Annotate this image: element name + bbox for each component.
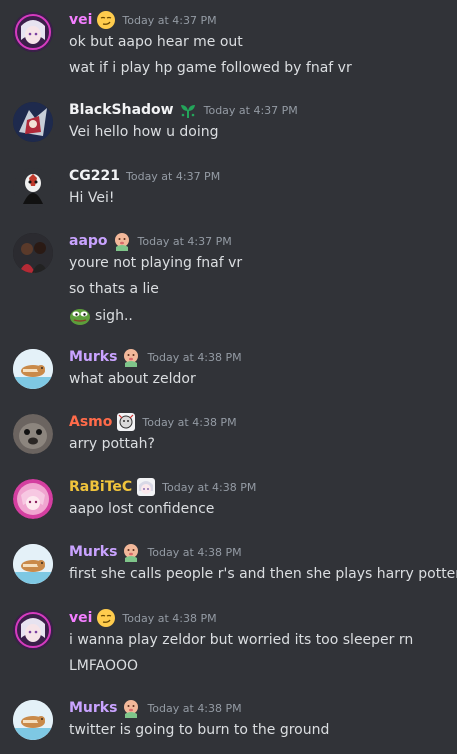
message-text: i wanna play zeldor but worried its too … [69,632,414,648]
message-header: CG221 Today at 4:37 PM [69,166,220,186]
username[interactable]: Murks [69,349,117,365]
message-text: arry pottah? [69,436,155,452]
avatar[interactable] [13,479,53,519]
message-text: youre not playing fnaf vr [69,255,243,271]
baby-emoji-icon [124,700,139,718]
username[interactable]: Murks [69,544,117,560]
username[interactable]: aapo [69,233,108,249]
username[interactable]: RaBiTeC [69,479,132,495]
avatar[interactable] [13,168,53,208]
message-header: BlackShadow Today at 4:37 PM [69,100,298,120]
message-header: Murks Today at 4:38 PM [69,542,242,562]
avatar[interactable] [13,102,53,142]
username[interactable]: Murks [69,700,117,716]
timestamp: Today at 4:38 PM [142,415,237,429]
message-header: Murks Today at 4:38 PM [69,698,242,718]
baby-emoji-icon [124,349,139,367]
message-text: twitter is going to burn to the ground [69,722,330,738]
message-text: ok but aapo hear me out [69,34,243,50]
message-text: Hi Vei! [69,190,115,206]
avatar[interactable] [13,414,53,454]
message-text: what about zeldor [69,371,196,387]
username[interactable]: CG221 [69,168,120,184]
timestamp: Today at 4:37 PM [122,13,217,27]
smirk-emoji-icon [97,609,116,627]
message-header: vei Today at 4:38 PM [69,608,217,628]
username[interactable]: Asmo [69,414,112,430]
avatar[interactable] [13,233,53,273]
timestamp: Today at 4:38 PM [162,480,257,494]
message-text-content: sigh.. [95,308,133,324]
message-header: RaBiTeC Today at 4:38 PM [69,477,256,497]
timestamp: Today at 4:37 PM [137,234,232,248]
baby-emoji-icon [124,544,139,562]
baby-emoji-icon [114,233,129,251]
avatar[interactable] [13,610,53,650]
username[interactable]: BlackShadow [69,102,174,118]
message-text: so thats a lie [69,281,159,297]
sticker-emoji-icon [117,413,136,431]
message-header: aapo Today at 4:37 PM [69,231,232,251]
anime-face-emoji-icon [137,478,156,496]
message-text: wat if i play hp game followed by fnaf v… [69,60,352,76]
message-header: vei Today at 4:37 PM [69,10,217,30]
avatar[interactable] [13,12,53,52]
username[interactable]: vei [69,610,92,626]
message-text: Vei hello how u doing [69,124,219,140]
message-text: sigh.. [69,305,133,325]
message-header: Murks Today at 4:38 PM [69,347,242,367]
timestamp: Today at 4:37 PM [126,169,221,183]
smirk-emoji-icon [97,11,116,29]
message-text: aapo lost confidence [69,501,215,517]
avatar[interactable] [13,544,53,584]
timestamp: Today at 4:38 PM [147,545,242,559]
timestamp: Today at 4:37 PM [203,103,298,117]
timestamp: Today at 4:38 PM [122,611,217,625]
message-header: Asmo Today at 4:38 PM [69,412,237,432]
avatar[interactable] [13,349,53,389]
timestamp: Today at 4:38 PM [147,350,242,364]
username[interactable]: vei [69,12,92,28]
sprout-icon [180,105,195,118]
message-text: LMFAOOO [69,658,139,674]
message-text: first she calls people r's and then she … [69,566,457,582]
pepe-emoji-icon [70,309,90,325]
chat-messages: vei Today at 4:37 PM ok but aapo hear me… [0,0,457,754]
avatar[interactable] [13,700,53,740]
timestamp: Today at 4:38 PM [147,701,242,715]
